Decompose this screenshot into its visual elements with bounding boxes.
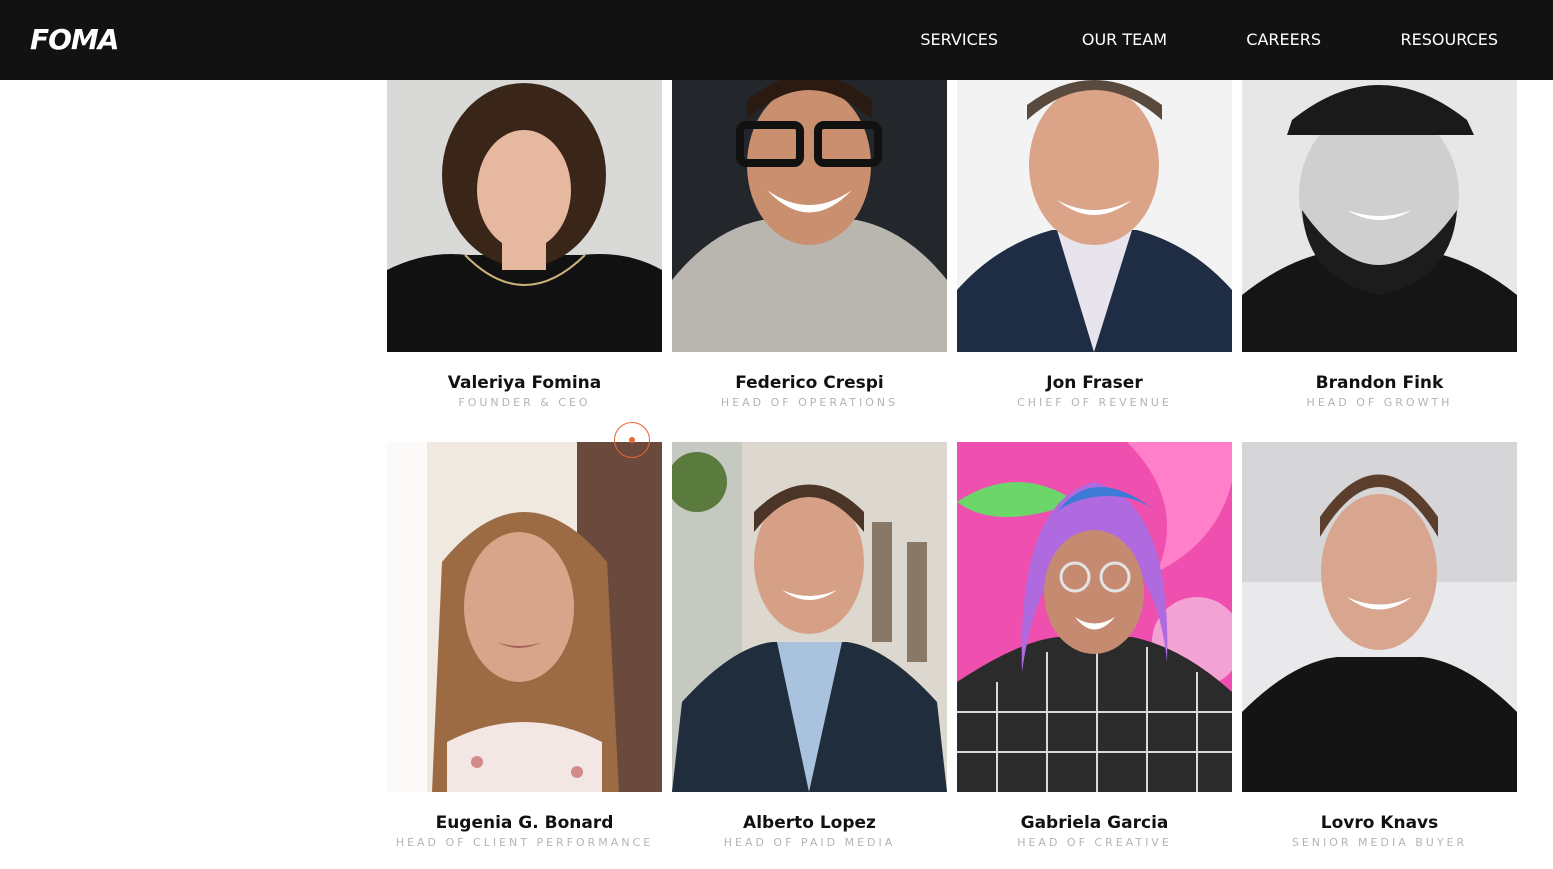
team-member-role: SENIOR MEDIA BUYER bbox=[1291, 836, 1468, 849]
team-member-name: Jon Fraser bbox=[1046, 373, 1143, 393]
team-member-name: Federico Crespi bbox=[735, 373, 884, 393]
team-member-card[interactable]: Lovro Knavs SENIOR MEDIA BUYER bbox=[1242, 442, 1517, 869]
team-member-photo bbox=[672, 80, 947, 352]
nav-item-careers[interactable]: CAREERS bbox=[1246, 29, 1321, 51]
team-member-card[interactable]: Brandon Fink HEAD OF GROWTH bbox=[1242, 80, 1517, 420]
team-member-photo bbox=[672, 442, 947, 792]
nav-item-resources[interactable]: RESOURCES bbox=[1401, 29, 1498, 51]
team-member-card[interactable]: Jon Fraser CHIEF OF REVENUE bbox=[957, 80, 1232, 420]
team-member-photo bbox=[387, 80, 662, 352]
team-grid: Valeriya Fomina FOUNDER & CEO Federico C… bbox=[0, 0, 1553, 869]
foma-logo[interactable]: FOMA bbox=[30, 22, 119, 58]
team-member-role: FOUNDER & CEO bbox=[458, 396, 591, 409]
team-member-role: HEAD OF CREATIVE bbox=[1017, 836, 1172, 849]
nav-item-our-team[interactable]: OUR TEAM bbox=[1082, 29, 1167, 51]
team-member-role: HEAD OF GROWTH bbox=[1306, 396, 1453, 409]
cursor-dot bbox=[629, 437, 635, 443]
team-member-role: HEAD OF OPERATIONS bbox=[720, 396, 899, 409]
custom-cursor bbox=[614, 422, 650, 458]
team-member-role: HEAD OF CLIENT PERFORMANCE bbox=[395, 836, 654, 849]
team-member-photo bbox=[957, 80, 1232, 352]
team-member-name: Lovro Knavs bbox=[1320, 813, 1439, 833]
team-member-card[interactable]: Eugenia G. Bonard HEAD OF CLIENT PERFORM… bbox=[387, 442, 662, 869]
team-member-role: HEAD OF PAID MEDIA bbox=[723, 836, 896, 849]
team-member-photo bbox=[387, 442, 662, 792]
team-member-name: Alberto Lopez bbox=[743, 813, 876, 833]
team-member-card[interactable]: Federico Crespi HEAD OF OPERATIONS bbox=[672, 80, 947, 420]
team-member-name: Eugenia G. Bonard bbox=[435, 813, 614, 833]
team-member-card[interactable]: Valeriya Fomina FOUNDER & CEO bbox=[387, 80, 662, 420]
team-member-name: Brandon Fink bbox=[1315, 373, 1444, 393]
team-member-photo bbox=[1242, 80, 1517, 352]
team-member-card[interactable]: Alberto Lopez HEAD OF PAID MEDIA bbox=[672, 442, 947, 869]
team-member-card[interactable]: Gabriela Garcia HEAD OF CREATIVE bbox=[957, 442, 1232, 869]
site-header: FOMA SERVICES OUR TEAM CAREERS RESOURCES bbox=[0, 0, 1553, 80]
team-member-name: Valeriya Fomina bbox=[447, 373, 602, 393]
nav-item-services[interactable]: SERVICES bbox=[920, 29, 998, 51]
team-member-photo bbox=[957, 442, 1232, 792]
team-member-role: CHIEF OF REVENUE bbox=[1017, 396, 1172, 409]
team-member-name: Gabriela Garcia bbox=[1020, 813, 1169, 833]
team-member-photo bbox=[1242, 442, 1517, 792]
